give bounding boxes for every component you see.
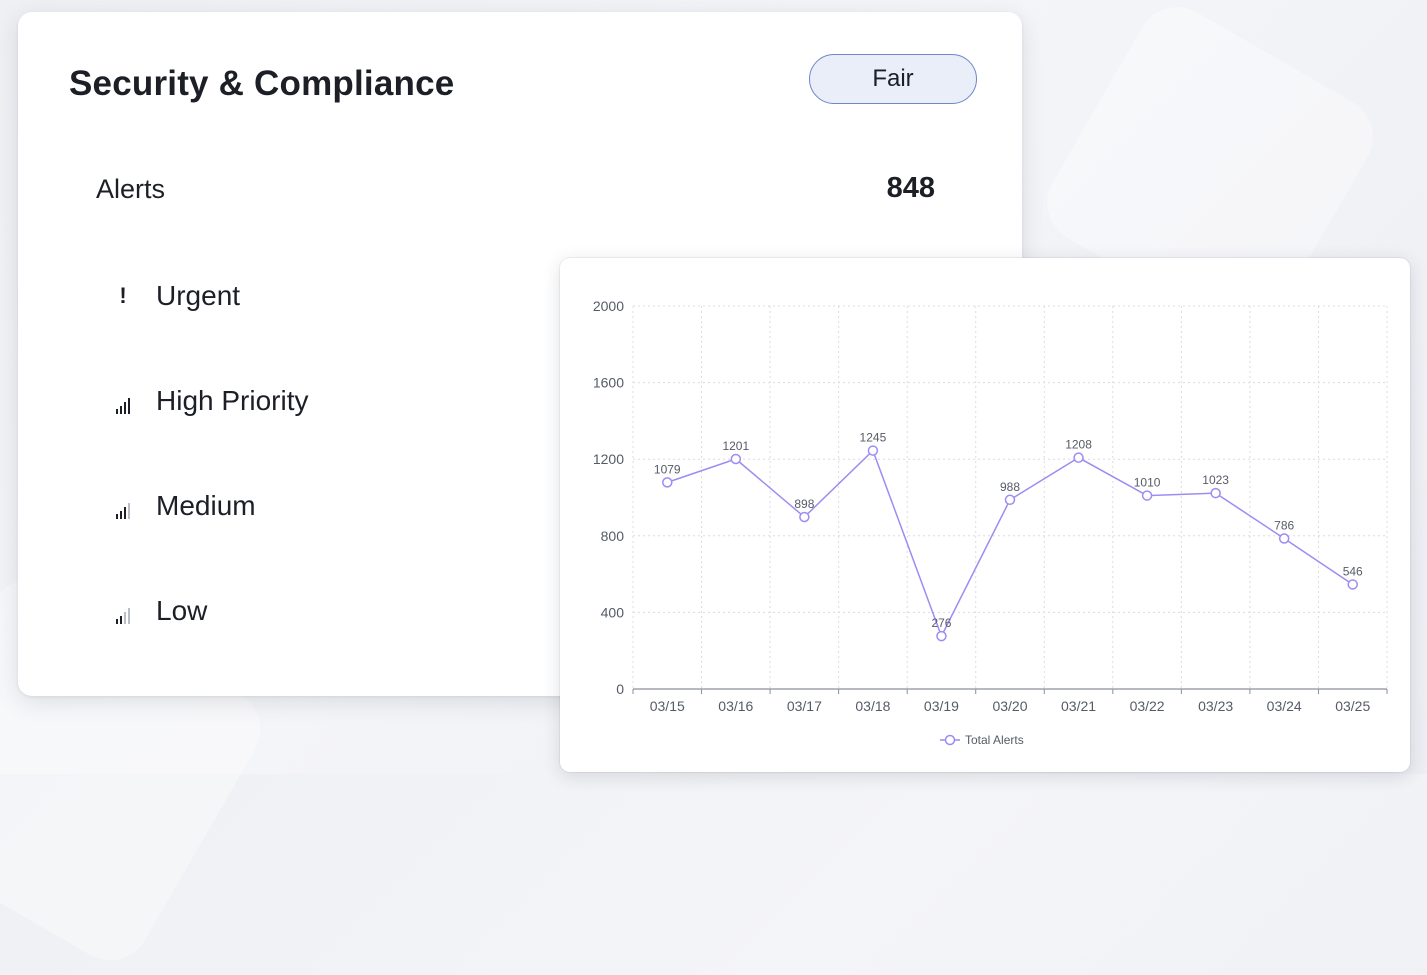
data-point — [1004, 494, 1016, 506]
data-label: 898 — [794, 497, 814, 511]
data-label: 1023 — [1202, 473, 1229, 487]
x-tick-label: 03/20 — [992, 698, 1027, 714]
alert-category-low[interactable]: Low — [110, 595, 207, 627]
data-point — [867, 445, 879, 456]
x-tick-label: 03/16 — [718, 698, 753, 714]
x-tick-label: 03/21 — [1061, 698, 1096, 714]
data-label: 546 — [1343, 564, 1363, 578]
x-tick-label: 03/15 — [650, 698, 685, 714]
signal-bars-3-icon — [110, 493, 136, 519]
alert-category-label: High Priority — [156, 385, 309, 416]
y-tick-label: 2000 — [593, 298, 624, 314]
data-label: 1010 — [1134, 476, 1161, 490]
y-tick-label: 800 — [601, 528, 625, 544]
alert-category-label: Low — [156, 595, 208, 626]
data-point — [1141, 490, 1153, 501]
y-tick-label: 1600 — [593, 375, 624, 391]
data-point — [1073, 452, 1084, 463]
data-point — [662, 477, 673, 488]
y-tick-label: 400 — [601, 604, 625, 620]
x-tick-label: 03/22 — [1130, 698, 1165, 714]
data-label: 1079 — [654, 462, 681, 476]
x-tick-label: 03/24 — [1267, 698, 1302, 714]
total-alerts-line-chart: 0 400 800 1200 1600 2000 03/15 03/16 03/17 03/18 0… — [593, 298, 1388, 747]
total-alerts-chart-card: 0 400 800 1200 1600 2000 03/15 03/16 03/17 03/18 0… — [560, 258, 1410, 772]
alert-category-label: Urgent — [156, 280, 241, 311]
data-label: 1201 — [722, 439, 749, 453]
alert-category-urgent[interactable]: ! Urgent — [110, 280, 240, 312]
alert-category-label: Medium — [156, 490, 256, 521]
data-point — [1210, 487, 1221, 499]
legend-marker-icon — [944, 734, 956, 746]
data-point — [1278, 533, 1290, 544]
y-tick-label: 0 — [616, 681, 624, 697]
data-label: 1245 — [860, 431, 887, 445]
x-tick-label: 03/25 — [1335, 698, 1370, 714]
data-label: 786 — [1274, 518, 1294, 532]
x-tick-label: 03/23 — [1198, 698, 1233, 714]
data-point — [730, 453, 742, 465]
alerts-count: 848 — [886, 172, 935, 204]
x-tick-label: 03/17 — [787, 698, 822, 714]
x-tick-label: 03/18 — [855, 698, 890, 714]
data-label: 276 — [931, 616, 951, 630]
status-badge[interactable]: Fair — [809, 54, 977, 104]
data-point — [799, 511, 810, 523]
alert-category-high-priority[interactable]: High Priority — [110, 385, 308, 417]
alert-category-medium[interactable]: Medium — [110, 490, 256, 522]
data-label: 1208 — [1065, 438, 1092, 452]
signal-bars-4-icon — [110, 388, 136, 414]
data-point — [1347, 579, 1358, 590]
data-label: 988 — [1000, 480, 1020, 494]
data-point — [936, 630, 947, 642]
x-tick-label: 03/19 — [924, 698, 959, 714]
card-title: Security & Compliance — [69, 64, 455, 103]
alerts-label: Alerts — [96, 174, 166, 204]
legend-label: Total Alerts — [965, 733, 1024, 747]
y-tick-label: 1200 — [593, 451, 624, 467]
series-line-total-alerts — [667, 449, 1354, 639]
signal-bars-2-icon — [110, 598, 136, 624]
exclamation-icon: ! — [119, 283, 127, 308]
